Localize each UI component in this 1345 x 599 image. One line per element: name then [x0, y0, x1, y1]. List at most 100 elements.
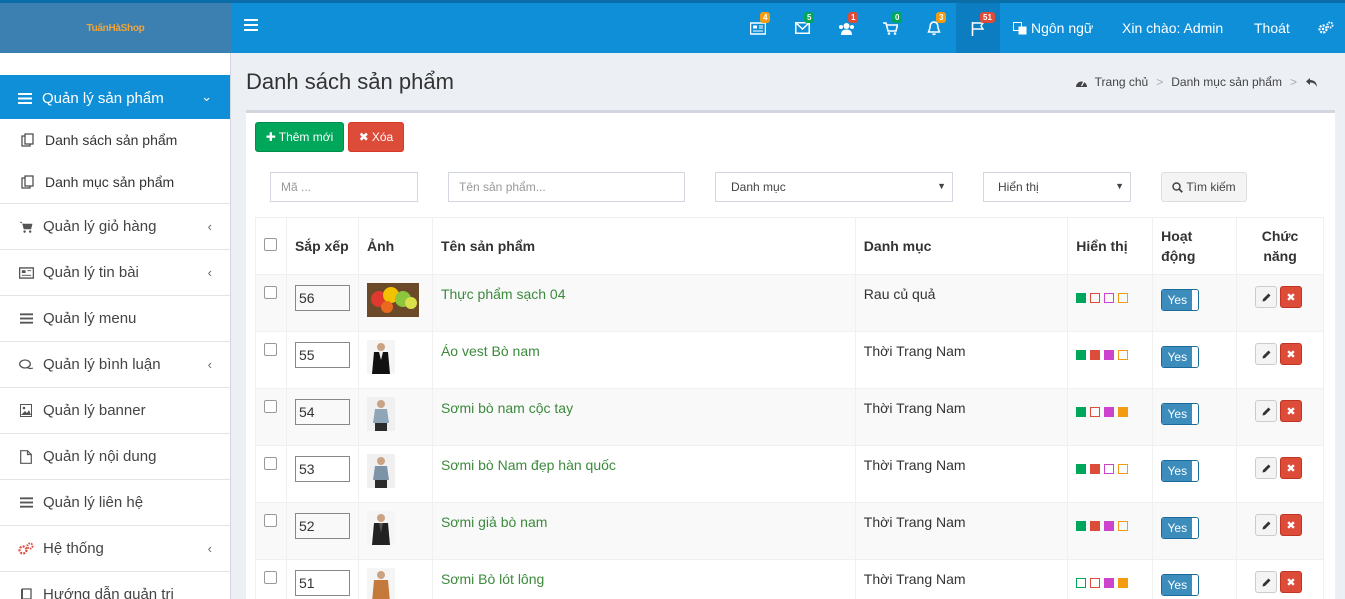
row-checkbox[interactable]	[264, 400, 277, 413]
edit-button[interactable]	[1255, 343, 1278, 365]
product-name-link[interactable]: Áo vest Bò nam	[441, 343, 540, 359]
sidebar-item-menu[interactable]: Quản lý menu	[0, 295, 230, 341]
display-flag-icon[interactable]	[1076, 464, 1087, 475]
active-toggle[interactable]: Yes	[1161, 574, 1200, 596]
product-name-link[interactable]: Sơmi giả bò nam	[441, 514, 547, 530]
order-input[interactable]: 53	[294, 456, 350, 482]
product-name-link[interactable]: Sơmi Bò lót lông	[441, 571, 544, 587]
display-flag-icon[interactable]	[1090, 293, 1101, 304]
product-name-link[interactable]: Thực phẩm sạch 04	[441, 286, 566, 302]
active-toggle-label: Yes	[1162, 404, 1193, 424]
edit-button[interactable]	[1255, 286, 1278, 308]
name-search-input[interactable]: Tên sản phẩm...	[448, 172, 685, 202]
header-name[interactable]: Tên sản phẩm	[431, 217, 856, 275]
category-select[interactable]: Danh mục ▼	[715, 172, 953, 202]
display-flag-icon[interactable]	[1076, 350, 1087, 361]
product-name-link[interactable]: Sơmi bò nam cộc tay	[441, 400, 573, 416]
active-toggle[interactable]: Yes	[1161, 403, 1200, 425]
display-flag-icon[interactable]	[1104, 464, 1115, 475]
delete-row-button[interactable]: ✖	[1280, 514, 1303, 536]
users-notifications[interactable]: 1	[824, 3, 868, 53]
edit-button[interactable]	[1255, 571, 1278, 593]
code-search-input[interactable]: Mã ...	[270, 172, 418, 202]
display-flag-icon[interactable]	[1104, 407, 1115, 418]
order-input[interactable]: 52	[294, 513, 350, 539]
user-greeting[interactable]: Xin chào: Admin	[1122, 3, 1223, 53]
active-toggle[interactable]: Yes	[1161, 346, 1200, 368]
order-input[interactable]: 51	[294, 570, 350, 596]
row-checkbox[interactable]	[264, 343, 277, 356]
row-checkbox[interactable]	[264, 514, 277, 527]
language-menu[interactable]: Ngôn ngữ	[1013, 3, 1093, 53]
news-notifications[interactable]: 4	[736, 3, 780, 53]
delete-row-button[interactable]: ✖	[1280, 571, 1303, 593]
bell-notifications[interactable]: 3	[912, 3, 956, 53]
delete-button[interactable]: ✖ Xóa	[348, 122, 404, 152]
display-flag-icon[interactable]	[1090, 350, 1101, 361]
display-flag-icon[interactable]	[1118, 293, 1129, 304]
sidebar-item-cart[interactable]: Quản lý giỏ hàng ‹	[0, 203, 230, 249]
display-select[interactable]: Hiển thị ▼	[983, 172, 1131, 202]
row-checkbox[interactable]	[264, 457, 277, 470]
display-flag-icon[interactable]	[1090, 407, 1101, 418]
display-flag-icon[interactable]	[1090, 578, 1101, 589]
display-flag-icon[interactable]	[1104, 293, 1115, 304]
header-category[interactable]: Danh mục	[854, 217, 1069, 275]
order-input[interactable]: 56	[294, 285, 350, 311]
menu-toggle-icon[interactable]	[244, 19, 258, 33]
edit-button[interactable]	[1255, 457, 1278, 479]
product-name-link[interactable]: Sơmi bò Nam đẹp hàn quốc	[441, 457, 616, 473]
cart-notifications[interactable]: 0	[868, 3, 912, 53]
mail-notifications[interactable]: 5	[780, 3, 824, 53]
display-flag-icon[interactable]	[1118, 578, 1129, 589]
sidebar-subitem-product-category[interactable]: Danh mục sản phẩm	[0, 161, 230, 203]
display-flag-icon[interactable]	[1104, 350, 1115, 361]
delete-row-button[interactable]: ✖	[1280, 457, 1303, 479]
active-toggle[interactable]: Yes	[1161, 289, 1200, 311]
display-flag-icon[interactable]	[1104, 521, 1115, 532]
logout-label: Thoát	[1254, 20, 1290, 36]
sidebar-item-content[interactable]: Quản lý nội dung	[0, 433, 230, 479]
back-arrow-icon[interactable]	[1305, 77, 1318, 88]
active-toggle[interactable]: Yes	[1161, 517, 1200, 539]
row-checkbox[interactable]	[264, 571, 277, 584]
display-flag-icon[interactable]	[1076, 293, 1087, 304]
display-flag-icon[interactable]	[1090, 521, 1101, 532]
display-flag-icon[interactable]	[1118, 521, 1129, 532]
delete-row-button[interactable]: ✖	[1280, 343, 1303, 365]
display-flag-icon[interactable]	[1090, 464, 1101, 475]
sidebar-item-news[interactable]: Quản lý tin bài ‹	[0, 249, 230, 295]
active-toggle[interactable]: Yes	[1161, 460, 1200, 482]
display-flag-icon[interactable]	[1076, 407, 1087, 418]
display-flag-icon[interactable]	[1118, 350, 1129, 361]
sidebar-item-guide[interactable]: Hướng dẫn quản trị	[0, 571, 230, 599]
logout-link[interactable]: Thoát	[1254, 3, 1290, 53]
delete-row-button[interactable]: ✖	[1280, 400, 1303, 422]
edit-button[interactable]	[1255, 400, 1278, 422]
logo[interactable]: TuấnHàShop	[0, 3, 231, 53]
search-button[interactable]: Tìm kiếm	[1161, 172, 1247, 202]
breadcrumb-home-link[interactable]: Trang chủ	[1095, 75, 1149, 89]
display-flag-icon[interactable]	[1118, 407, 1129, 418]
edit-button[interactable]	[1255, 514, 1278, 536]
sidebar-item-contact[interactable]: Quản lý liên hệ	[0, 479, 230, 525]
order-input[interactable]: 54	[294, 399, 350, 425]
order-input[interactable]: 55	[294, 342, 350, 368]
sidebar-item-products[interactable]: Quản lý sản phẩm ⌄	[0, 75, 230, 121]
sidebar-item-system[interactable]: Hệ thống ‹	[0, 525, 230, 571]
delete-row-button[interactable]: ✖	[1280, 286, 1303, 308]
header-order[interactable]: Sắp xếp	[285, 217, 359, 275]
display-flag-icon[interactable]	[1118, 464, 1129, 475]
sidebar-item-banner[interactable]: Quản lý banner	[0, 387, 230, 433]
sidebar-subitem-product-list[interactable]: Danh sách sản phẩm	[0, 119, 230, 161]
add-new-button[interactable]: ✚ Thêm mới	[255, 122, 344, 152]
display-flag-icon[interactable]	[1076, 578, 1087, 589]
sidebar-item-comments[interactable]: Quản lý bình luận ‹	[0, 341, 230, 387]
select-all-checkbox[interactable]	[264, 238, 277, 251]
row-checkbox[interactable]	[264, 286, 277, 299]
settings-button[interactable]	[1318, 3, 1334, 53]
display-flag-icon[interactable]	[1104, 578, 1115, 589]
display-flag-icon[interactable]	[1076, 521, 1087, 532]
breadcrumb-current[interactable]: Danh mục sản phẩm	[1171, 75, 1282, 89]
flag-notifications[interactable]: 51	[956, 3, 1000, 53]
